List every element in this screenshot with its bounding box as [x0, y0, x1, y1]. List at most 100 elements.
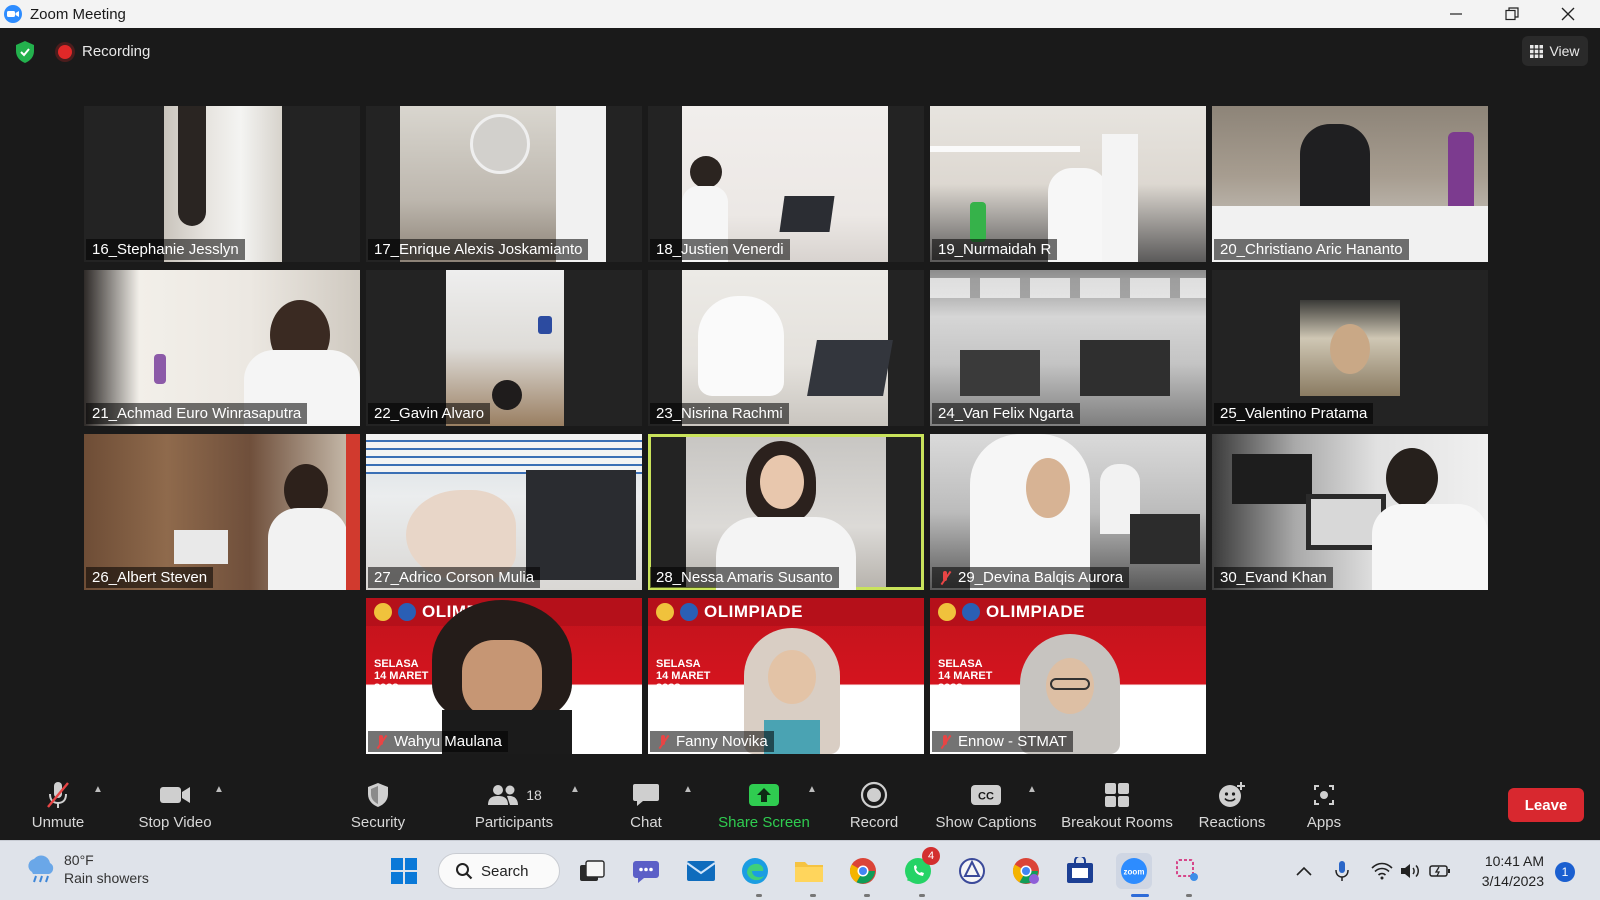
muted-mic-icon: [938, 734, 952, 749]
battery-icon[interactable]: [1428, 853, 1452, 889]
edge-browser-icon[interactable]: [737, 853, 773, 889]
participants-count: 18: [526, 787, 542, 803]
participant-name: 22_Gavin Alvaro: [368, 403, 491, 424]
participant-name: 18_Justien Venerdi: [650, 239, 790, 260]
participants-options-caret[interactable]: ▲: [570, 784, 580, 795]
snipping-app-icon[interactable]: [1170, 853, 1206, 889]
microphone-icon[interactable]: [1330, 853, 1354, 889]
share-options-caret[interactable]: ▲: [807, 784, 817, 795]
host-tile[interactable]: OLIMPIADE SELASA 14 MARET 2023 Ennow - STM…: [930, 598, 1206, 754]
zoom-app-icon[interactable]: zoom: [1116, 853, 1152, 889]
volume-icon[interactable]: [1398, 853, 1422, 889]
breakout-rooms-button[interactable]: Breakout Rooms: [1058, 770, 1176, 840]
security-button[interactable]: Security: [338, 770, 418, 840]
whatsapp-icon[interactable]: 4: [900, 847, 940, 889]
restore-button[interactable]: [1484, 0, 1540, 28]
wifi-icon[interactable]: [1370, 853, 1394, 889]
active-app-indicator: [1131, 894, 1149, 897]
participant-tile[interactable]: 27_Adrico Corson Mulia: [366, 434, 642, 590]
participant-video: [686, 437, 886, 590]
host-tile[interactable]: OLIMPIADE SELASA 14 MARET 2023 Fanny Novik…: [648, 598, 924, 754]
participant-tile[interactable]: 23_Nisrina Rachmi: [648, 270, 924, 426]
weather-temperature: 80°F: [64, 852, 94, 868]
leave-button[interactable]: Leave: [1508, 788, 1584, 822]
participants-button[interactable]: 18 Participants: [466, 770, 562, 840]
audio-options-caret[interactable]: ▲: [93, 784, 103, 795]
search-label: Search: [481, 862, 529, 880]
mail-icon[interactable]: [683, 853, 719, 889]
participant-name: 30_Evand Khan: [1214, 567, 1333, 588]
close-button[interactable]: [1540, 0, 1596, 28]
participant-name: Fanny Novika: [650, 731, 774, 752]
host-tile[interactable]: OLIMPIADE SELASA14 MARET2023 Wahyu Maula…: [366, 598, 642, 754]
muted-microphone-icon: [38, 778, 78, 812]
participants-icon: 18: [479, 778, 549, 812]
video-options-caret[interactable]: ▲: [214, 784, 224, 795]
apps-button[interactable]: Apps: [1294, 770, 1354, 840]
participant-tile[interactable]: 17_Enrique Alexis Joskamianto: [366, 106, 642, 262]
participant-tile[interactable]: 22_Gavin Alvaro: [366, 270, 642, 426]
participant-tile-active-speaker[interactable]: 28_Nessa Amaris Susanto: [648, 434, 924, 590]
participant-tile[interactable]: 29_Devina Balqis Aurora: [930, 434, 1206, 590]
chevron-up-icon[interactable]: [1292, 853, 1316, 889]
participant-name: 17_Enrique Alexis Joskamianto: [368, 239, 589, 260]
record-button[interactable]: Record: [838, 770, 910, 840]
captions-options-caret[interactable]: ▲: [1027, 784, 1037, 795]
participant-name: 23_Nisrina Rachmi: [650, 403, 789, 424]
running-indicator: [919, 894, 925, 897]
rain-cloud-icon: [28, 855, 54, 883]
grid-icon: [1530, 44, 1544, 58]
participant-tile[interactable]: 24_Van Felix Ngarta: [930, 270, 1206, 426]
meeting-toolbar: Unmute ▲ Stop Video ▲ Security 18 Partic…: [0, 770, 1600, 840]
zoom-logo-icon: [4, 5, 22, 23]
participant-tile[interactable]: 18_Justien Venerdi: [648, 106, 924, 262]
participant-name: Wahyu Maulana: [368, 731, 508, 752]
snip-tool-icon[interactable]: [954, 853, 990, 889]
chat-button[interactable]: Chat: [610, 770, 682, 840]
whatsapp-unread-badge: 4: [922, 847, 940, 865]
participant-tile[interactable]: 30_Evand Khan: [1212, 434, 1488, 590]
participant-tile[interactable]: 26_Albert Steven: [84, 434, 360, 590]
participant-tile[interactable]: 19_Nurmaidah R: [930, 106, 1206, 262]
taskbar-search[interactable]: Search: [438, 853, 560, 889]
chrome-browser-icon[interactable]: [845, 853, 881, 889]
closed-captions-icon: CC: [966, 778, 1006, 812]
clock-date: 3/14/2023: [1481, 873, 1544, 889]
file-explorer-icon[interactable]: [791, 853, 827, 889]
participant-tile[interactable]: 20_Christiano Aric Hananto: [1212, 106, 1488, 262]
apps-icon: [1304, 778, 1344, 812]
participant-tile[interactable]: 21_Achmad Euro Winrasaputra: [84, 270, 360, 426]
chrome-profile-icon[interactable]: [1008, 853, 1044, 889]
running-indicator: [1186, 894, 1192, 897]
notification-badge[interactable]: 1: [1555, 862, 1575, 882]
windows-start-icon[interactable]: [386, 853, 422, 889]
view-button[interactable]: View: [1522, 36, 1588, 66]
encryption-shield-icon[interactable]: [14, 40, 36, 64]
stop-video-button[interactable]: Stop Video: [132, 770, 218, 840]
participant-tile[interactable]: 25_Valentino Pratama: [1212, 270, 1488, 426]
reactions-button[interactable]: Reactions: [1192, 770, 1272, 840]
running-indicator: [756, 894, 762, 897]
recording-indicator[interactable]: Recording: [58, 43, 150, 60]
search-icon: [456, 863, 473, 880]
recording-dot-icon: [58, 44, 72, 59]
show-captions-button[interactable]: CC Show Captions: [934, 770, 1038, 840]
participant-tile[interactable]: 16_Stephanie Jesslyn: [84, 106, 360, 262]
minimize-button[interactable]: [1428, 0, 1484, 28]
share-screen-button[interactable]: Share Screen: [718, 770, 810, 840]
unmute-button[interactable]: Unmute: [22, 770, 94, 840]
weather-widget[interactable]: 80°F Rain showers: [24, 851, 149, 887]
store-icon[interactable]: [1062, 853, 1098, 889]
task-view-icon[interactable]: [574, 853, 610, 889]
muted-mic-icon: [938, 570, 952, 585]
running-indicator: [810, 894, 816, 897]
participant-name: 27_Adrico Corson Mulia: [368, 567, 541, 588]
participant-name: 24_Van Felix Ngarta: [932, 403, 1080, 424]
breakout-rooms-icon: [1097, 778, 1137, 812]
svg-text:CC: CC: [978, 791, 994, 803]
teams-chat-icon[interactable]: [628, 853, 664, 889]
title-bar: Zoom Meeting: [0, 0, 1600, 28]
system-clock[interactable]: 10:41 AM 3/14/2023: [1474, 851, 1544, 891]
participant-name: 28_Nessa Amaris Susanto: [650, 567, 839, 588]
chat-options-caret[interactable]: ▲: [683, 784, 693, 795]
